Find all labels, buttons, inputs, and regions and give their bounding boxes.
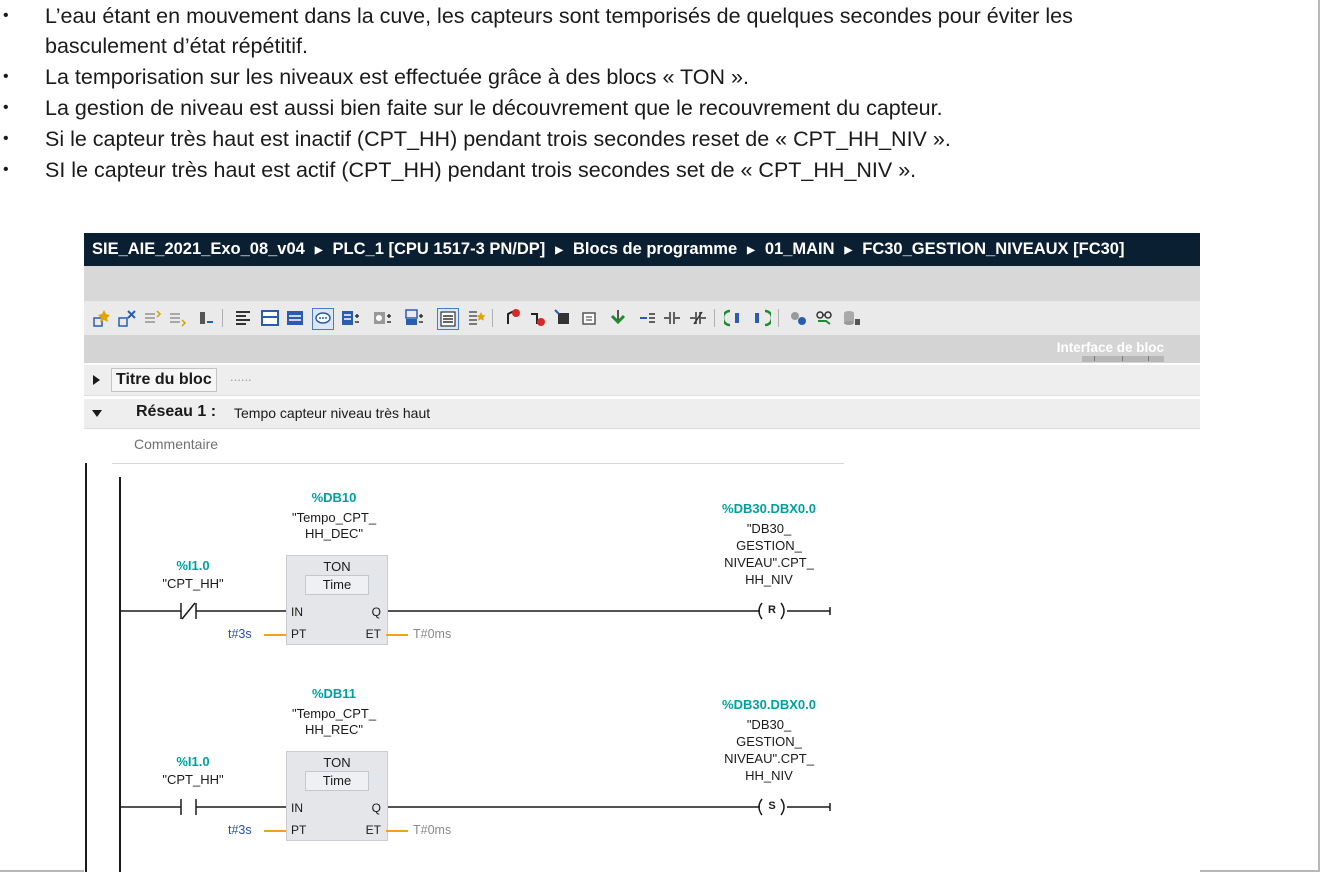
contact-tag[interactable]: "CPT_HH" bbox=[154, 772, 232, 787]
timer-db-name[interactable]: HH_DEC" bbox=[274, 526, 394, 541]
tia-editor-window: SIE_AIE_2021_Exo_08_v04 ▶ PLC_1 [CPU 1517-… bbox=[84, 233, 1200, 872]
timer-unit[interactable]: Time bbox=[305, 771, 369, 791]
coil-tag[interactable]: GESTION_ bbox=[704, 538, 834, 553]
contact-tag[interactable]: "CPT_HH" bbox=[154, 576, 232, 591]
timer-type: TON bbox=[323, 559, 351, 574]
coil-address[interactable]: %DB30.DBX0.0 bbox=[704, 501, 834, 516]
pin-pt: PT bbox=[291, 627, 307, 641]
pin-q: Q bbox=[371, 605, 381, 619]
et-connector bbox=[386, 830, 408, 832]
timer-db-address[interactable]: %DB10 bbox=[294, 490, 374, 505]
pin-in: IN bbox=[291, 801, 303, 815]
timer-unit[interactable]: Time bbox=[305, 575, 369, 595]
coil-tag[interactable]: NIVEAU".CPT_ bbox=[704, 751, 834, 766]
pin-in: IN bbox=[291, 605, 303, 619]
contact-address[interactable]: %I1.0 bbox=[168, 558, 218, 573]
ton-timer-block[interactable]: TON Time IN Q PT ET bbox=[286, 751, 388, 841]
timer-db-name[interactable]: HH_REC" bbox=[274, 722, 394, 737]
coil-tag[interactable]: "DB30_ bbox=[704, 717, 834, 732]
coil-tag[interactable]: NIVEAU".CPT_ bbox=[704, 555, 834, 570]
coil-reset-type: R bbox=[768, 604, 776, 616]
timer-db-name[interactable]: "Tempo_CPT_ bbox=[274, 706, 394, 721]
coil-tag[interactable]: GESTION_ bbox=[704, 734, 834, 749]
coil-address[interactable]: %DB30.DBX0.0 bbox=[704, 697, 834, 712]
timer-db-name[interactable]: "Tempo_CPT_ bbox=[274, 510, 394, 525]
pin-et: ET bbox=[365, 627, 381, 641]
ladder-diagram bbox=[85, 463, 831, 872]
pin-pt: PT bbox=[291, 823, 307, 837]
coil-set-type: S bbox=[768, 800, 776, 812]
pt-value[interactable]: t#3s bbox=[228, 627, 252, 641]
pt-value[interactable]: t#3s bbox=[228, 823, 252, 837]
coil-tag[interactable]: "DB30_ bbox=[704, 521, 834, 536]
et-value[interactable]: T#0ms bbox=[413, 627, 451, 641]
et-connector bbox=[386, 634, 408, 636]
et-value[interactable]: T#0ms bbox=[413, 823, 451, 837]
coil-tag[interactable]: HH_NIV bbox=[704, 768, 834, 783]
coil-tag[interactable]: HH_NIV bbox=[704, 572, 834, 587]
contact-closed-slash bbox=[181, 602, 196, 620]
timer-type: TON bbox=[323, 755, 351, 770]
ton-timer-block[interactable]: TON Time IN Q PT ET bbox=[286, 555, 388, 645]
pt-connector bbox=[264, 830, 286, 832]
pin-q: Q bbox=[371, 801, 381, 815]
pt-connector bbox=[264, 634, 286, 636]
timer-db-address[interactable]: %DB11 bbox=[294, 686, 374, 701]
contact-address[interactable]: %I1.0 bbox=[168, 754, 218, 769]
pin-et: ET bbox=[365, 823, 381, 837]
